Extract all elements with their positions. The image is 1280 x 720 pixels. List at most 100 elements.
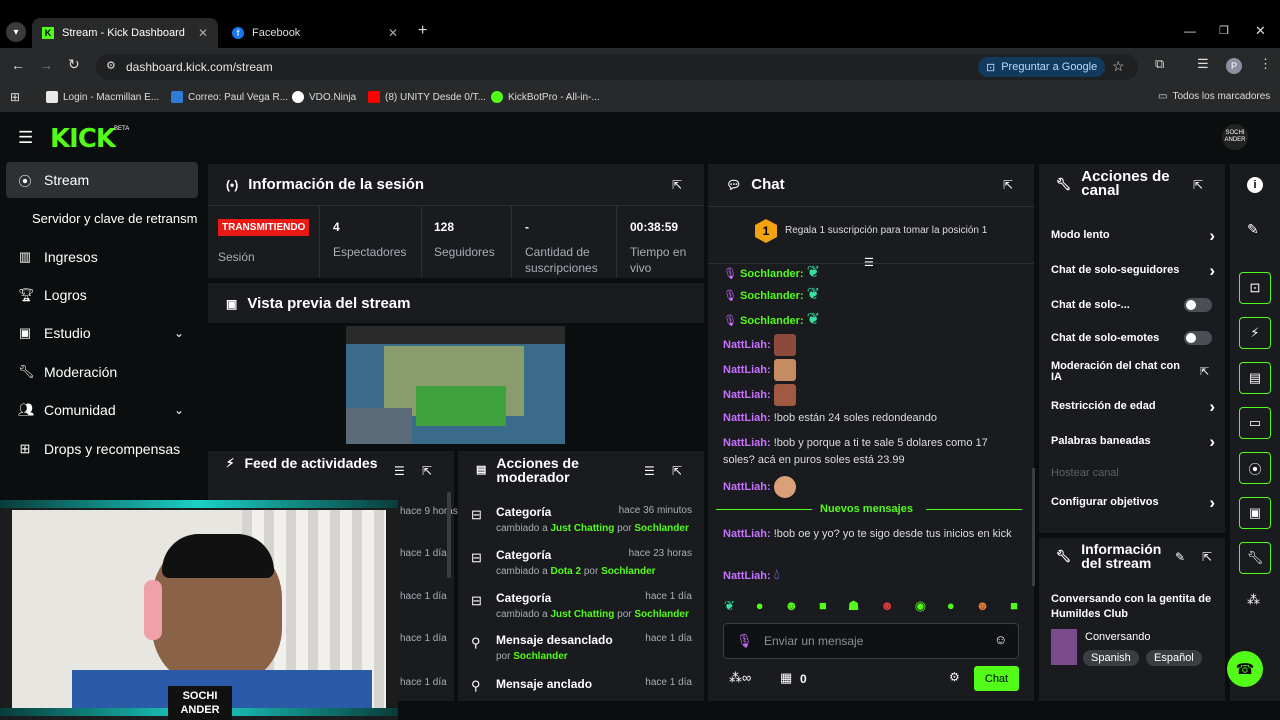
green-face-emote-icon[interactable]: ■ bbox=[1010, 598, 1018, 618]
popout-icon[interactable]: ⇱ bbox=[672, 464, 682, 478]
sidebar-item-drops[interactable]: ⊞ Drops y recompensas bbox=[6, 431, 198, 467]
popout-icon[interactable]: ⇱ bbox=[1202, 550, 1212, 564]
scrollbar[interactable] bbox=[447, 492, 451, 578]
support-chat-button[interactable]: ☎ bbox=[1227, 651, 1263, 687]
username-link[interactable]: Sochlander bbox=[634, 609, 688, 620]
tag-chip[interactable]: Español bbox=[1146, 650, 1202, 666]
popout-icon[interactable]: ⇱ bbox=[672, 178, 682, 192]
reload-icon[interactable]: ↻ bbox=[68, 56, 80, 73]
followers-only-row[interactable]: Chat de solo-seguidores › bbox=[1051, 261, 1215, 280]
restore-icon[interactable]: ❐ bbox=[1219, 24, 1229, 37]
close-tab-icon[interactable]: ✕ bbox=[198, 26, 208, 40]
hamburger-menu-icon[interactable]: ☰ bbox=[18, 128, 33, 148]
green-face-emote-icon[interactable]: ☗ bbox=[848, 598, 860, 618]
ai-moderation-row[interactable]: Moderación del chat con IA bbox=[1051, 361, 1191, 383]
green-face-emote-icon[interactable]: ● bbox=[756, 598, 764, 618]
bolt-icon[interactable]: ⚡︎ bbox=[1239, 317, 1271, 349]
close-tab-icon[interactable]: ✕ bbox=[388, 26, 398, 40]
sidebar-item-moderacion[interactable]: 🔧︎ Moderación bbox=[6, 354, 198, 390]
chat-username[interactable]: NattLiah: bbox=[723, 437, 771, 449]
popout-icon[interactable]: ⇱ bbox=[1193, 178, 1203, 192]
leaf-emote-icon[interactable]: ❦ bbox=[724, 598, 735, 618]
screen-capture-icon[interactable]: ⊡ bbox=[1239, 272, 1271, 304]
scrollbar[interactable] bbox=[1032, 468, 1035, 586]
bookmark-item[interactable]: KickBotPro - All-in-... bbox=[491, 91, 600, 103]
username-link[interactable]: Sochlander bbox=[634, 523, 688, 534]
send-chat-button[interactable]: Chat bbox=[974, 666, 1019, 691]
tag-chip[interactable]: Spanish bbox=[1083, 650, 1139, 666]
preview-icon[interactable]: ▣ bbox=[1239, 497, 1271, 529]
tab-list-button[interactable]: ▾ bbox=[6, 22, 26, 42]
edit-pencil-icon[interactable]: ✎ bbox=[1175, 550, 1185, 564]
goals-row[interactable]: Configurar objetivos › bbox=[1051, 493, 1215, 512]
site-info-icon[interactable]: ⚙ bbox=[106, 59, 116, 72]
chat-input[interactable]: 🎙︎ Enviar un mensaje ☺ bbox=[723, 623, 1019, 659]
bookmark-item[interactable]: Correo: Paul Vega R... bbox=[171, 91, 288, 103]
all-bookmarks[interactable]: ▭ Todos los marcadores bbox=[1158, 91, 1270, 102]
tab-kick-dashboard[interactable]: K Stream - Kick Dashboard ✕ bbox=[32, 18, 218, 48]
username-link[interactable]: Sochlander bbox=[513, 651, 567, 662]
menu-kebab-icon[interactable]: ⋮ bbox=[1259, 56, 1272, 72]
tab-facebook[interactable]: f Facebook ✕ bbox=[222, 18, 408, 48]
chat-username[interactable]: NattLiah: bbox=[723, 481, 771, 493]
chat-username[interactable]: Sochlander: bbox=[740, 315, 804, 327]
extensions-icon[interactable]: ⧉ bbox=[1155, 56, 1164, 72]
popout-icon[interactable]: ⇱ bbox=[422, 464, 432, 478]
chat-users-icon[interactable]: ⁂∞ bbox=[729, 670, 751, 686]
new-tab-button[interactable]: + bbox=[418, 22, 427, 40]
chat-username[interactable]: NattLiah: bbox=[723, 570, 771, 582]
green-face-emote-icon[interactable]: ◉ bbox=[915, 598, 926, 618]
category-link[interactable]: Just Chatting bbox=[550, 609, 614, 620]
chat-username[interactable]: NattLiah: bbox=[723, 339, 771, 351]
category-link[interactable]: Dota 2 bbox=[550, 566, 581, 577]
red-face-emote-icon[interactable]: ☻ bbox=[976, 598, 990, 618]
filter-icon[interactable]: ☰ bbox=[394, 464, 405, 478]
red-face-emote-icon[interactable]: ☻ bbox=[880, 598, 894, 618]
username-link[interactable]: Sochlander bbox=[601, 566, 655, 577]
avatar[interactable]: SOCHI ANDER bbox=[1222, 124, 1248, 150]
chat-username[interactable]: NattLiah: bbox=[723, 528, 771, 540]
chat-settings-icon[interactable]: ⚙ bbox=[949, 670, 960, 684]
minimize-icon[interactable]: — bbox=[1184, 24, 1196, 38]
chat-username[interactable]: NattLiah: bbox=[723, 389, 771, 401]
sidebar-item-logros[interactable]: 🏆︎ Logros bbox=[6, 277, 198, 313]
green-face-emote-icon[interactable]: ● bbox=[947, 598, 955, 618]
sidebar-item-server-key[interactable]: Servidor y clave de retransm bbox=[6, 200, 206, 236]
sidebar-item-estudio[interactable]: ▣ Estudio ⌄ bbox=[6, 315, 198, 351]
external-link-icon[interactable]: ⇱ bbox=[1200, 365, 1209, 378]
sidebar-item-comunidad[interactable]: 👥︎ Comunidad ⌄ bbox=[6, 392, 198, 428]
stream-preview-video[interactable] bbox=[346, 326, 565, 444]
age-restriction-row[interactable]: Restricción de edad › bbox=[1051, 397, 1215, 416]
users-icon[interactable]: ⁂ bbox=[1247, 592, 1260, 608]
close-window-icon[interactable]: ✕ bbox=[1255, 23, 1266, 39]
filter-icon[interactable]: ☰ bbox=[644, 464, 655, 478]
avatar[interactable]: P bbox=[1226, 58, 1242, 74]
chevron-down-icon[interactable]: ⌄ bbox=[174, 326, 184, 340]
bookmark-item[interactable]: (8) UNITY Desde 0/T... bbox=[368, 91, 486, 103]
popout-icon[interactable]: ⇱ bbox=[1003, 178, 1013, 192]
ask-google-button[interactable]: ⊡ Preguntar a Google bbox=[978, 57, 1106, 77]
forward-icon[interactable]: → bbox=[39, 57, 53, 73]
green-face-emote-icon[interactable]: ■ bbox=[819, 598, 827, 618]
green-face-emote-icon[interactable]: ☻ bbox=[784, 598, 798, 618]
banned-words-row[interactable]: Palabras baneadas › bbox=[1051, 432, 1215, 451]
bookmark-item[interactable]: VDO.Ninja bbox=[292, 91, 356, 103]
info-icon[interactable]: i bbox=[1247, 177, 1263, 193]
back-icon[interactable]: ← bbox=[11, 57, 25, 73]
slow-mode-row[interactable]: Modo lento › bbox=[1051, 226, 1215, 245]
chat-bubble-icon[interactable]: ▭ bbox=[1239, 407, 1271, 439]
chat-username[interactable]: NattLiah: bbox=[723, 364, 771, 376]
emoji-picker-icon[interactable]: ☺ bbox=[994, 632, 1007, 647]
bookmark-star-icon[interactable]: ☆ bbox=[1112, 58, 1125, 75]
sidebar-item-ingresos[interactable]: ▥ Ingresos bbox=[6, 239, 198, 275]
chat-username[interactable]: Sochlander: bbox=[740, 290, 804, 302]
chat-username[interactable]: Sochlander: bbox=[740, 268, 804, 280]
broadcast-icon[interactable]: ⦿ bbox=[1239, 452, 1271, 484]
edit-pencil-icon[interactable]: ✎ bbox=[1247, 221, 1259, 238]
apps-grid-icon[interactable]: ⊞ bbox=[10, 90, 20, 104]
wrench-icon[interactable]: 🔧︎ bbox=[1239, 542, 1271, 574]
kick-logo[interactable]: KICK bbox=[50, 124, 116, 154]
document-icon[interactable]: ▤ bbox=[1239, 362, 1271, 394]
subscribers-only-toggle[interactable] bbox=[1184, 298, 1212, 312]
category-link[interactable]: Just Chatting bbox=[550, 523, 614, 534]
